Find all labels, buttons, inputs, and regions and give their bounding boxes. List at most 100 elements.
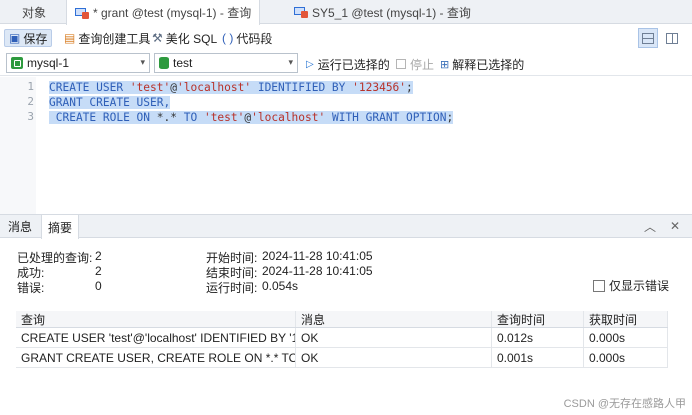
stop-label: 停止	[410, 57, 435, 72]
watermark-text: CSDN @无存在感路人甲	[563, 398, 686, 410]
code-token: '123456'	[352, 81, 407, 94]
show-errors-only-toggle[interactable]: 仅显示错误	[593, 277, 669, 294]
success-value: 2	[95, 264, 102, 278]
run-selected-button[interactable]: ▷ 运行已选择的	[306, 55, 390, 73]
query-builder-label: 查询创建工具	[78, 31, 151, 46]
line-number: 2	[27, 95, 34, 108]
runtime-label: 运行时间:	[206, 281, 258, 295]
explain-icon: ⊞	[440, 58, 450, 71]
beautify-sql-label: 美化 SQL	[165, 31, 218, 46]
collapse-panel-icon[interactable]: ︿	[643, 218, 657, 234]
line-number: 1	[27, 80, 34, 93]
cell-message: OK	[296, 328, 492, 347]
code-token: 'test'	[203, 111, 245, 124]
code-line: CREATE USER 'test'@'localhost' IDENTIFIE…	[49, 80, 413, 95]
code-token: *.*	[156, 111, 177, 124]
beautify-sql-button[interactable]: ⚒ 美化 SQL	[152, 29, 217, 47]
cell-query: GRANT CREATE USER, CREATE ROLE ON *.* TO…	[16, 348, 296, 367]
layout-vertical-button[interactable]	[662, 28, 682, 48]
cell-fetch-time: 0.000s	[584, 348, 668, 367]
code-line: GRANT CREATE USER,	[49, 95, 171, 110]
save-icon: ▣	[9, 31, 21, 45]
line-number-gutter: 1 2 3	[0, 77, 36, 214]
play-icon: ▷	[306, 58, 314, 70]
code-token: ;	[406, 81, 413, 94]
tab-summary[interactable]: 摘要	[41, 215, 80, 239]
processed-value: 2	[95, 249, 102, 263]
explain-selected-label: 解释已选择的	[452, 57, 525, 72]
query-builder-icon: ▤	[64, 31, 76, 45]
code-line: CREATE ROLE ON *.* TO 'test'@'localhost'…	[49, 110, 454, 125]
cell-query: CREATE USER 'test'@'localhost' IDENTIFIE…	[16, 328, 296, 347]
tab-objects-label: 对象	[22, 5, 47, 20]
tab-sy5-query-label: SY5_1 @test (mysql-1) - 查询	[312, 5, 471, 20]
tab-grant-query[interactable]: * grant @test (mysql-1) - 查询	[66, 0, 261, 25]
connection-select-value: mysql-1	[27, 56, 70, 70]
code-token: 'localhost'	[177, 81, 252, 94]
code-token: CREATE ROLE ON	[49, 111, 157, 124]
start-time-value: 2024-11-28 10:41:05	[262, 249, 373, 263]
selected-code: CREATE ROLE ON *.* TO 'test'@'localhost'…	[49, 111, 454, 124]
code-token: 'test'	[129, 81, 171, 94]
cell-message: OK	[296, 348, 492, 367]
chevron-down-icon: ▾	[288, 57, 293, 67]
show-errors-only-checkbox[interactable]	[593, 279, 605, 292]
snippet-icon: ( )	[222, 31, 234, 45]
query-builder-button[interactable]: ▤ 查询创建工具	[64, 29, 150, 47]
sql-editor[interactable]: 1 2 3 CREATE USER 'test'@'localhost' IDE…	[0, 77, 692, 214]
cell-fetch-time: 0.000s	[584, 328, 668, 347]
database-select[interactable]: test ▾	[154, 53, 298, 73]
database-select-value: test	[173, 56, 193, 70]
chevron-down-icon: ▾	[140, 57, 145, 67]
error-label: 错误:	[17, 281, 45, 295]
query-icon	[75, 7, 89, 19]
query-toolbar: ▣ 保存 ▤ 查询创建工具 ⚒ 美化 SQL ( ) 代码段	[0, 25, 692, 51]
table-header-row: 查询 消息 查询时间 获取时间	[16, 311, 668, 328]
column-header-query-time[interactable]: 查询时间	[492, 311, 584, 327]
code-snippet-button[interactable]: ( ) 代码段	[222, 29, 272, 47]
column-header-message[interactable]: 消息	[296, 311, 492, 327]
connection-icon	[11, 57, 23, 69]
code-token: TO	[177, 111, 204, 124]
line-number: 3	[27, 110, 34, 123]
code-token: IDENTIFIED BY	[251, 81, 353, 94]
save-button-label: 保存	[23, 31, 48, 46]
editor-tab-bar: 对象 * grant @test (mysql-1) - 查询 SY5_1 @t…	[0, 0, 692, 25]
end-time-value: 2024-11-28 10:41:05	[262, 264, 373, 278]
connection-toolbar: mysql-1 ▾ test ▾ ▷ 运行已选择的 停止 ⊞ 解释已选择的	[0, 52, 692, 76]
explain-selected-button[interactable]: ⊞ 解释已选择的	[440, 55, 524, 73]
cell-query-time: 0.001s	[492, 348, 584, 367]
tab-grant-query-label: * grant @test (mysql-1) - 查询	[93, 6, 252, 20]
tab-messages[interactable]: 消息	[2, 215, 38, 238]
stop-button[interactable]: 停止	[396, 55, 434, 73]
split-horizontal-icon	[642, 32, 654, 44]
cell-query-time: 0.012s	[492, 328, 584, 347]
tab-sy5-query[interactable]: SY5_1 @test (mysql-1) - 查询	[294, 0, 471, 24]
code-token: CREATE USER	[49, 81, 130, 94]
database-icon	[159, 57, 169, 69]
close-panel-icon[interactable]: ✕	[668, 218, 682, 234]
result-panel-tabs: 消息 摘要 ︿ ✕	[0, 215, 692, 239]
layout-horizontal-button[interactable]	[638, 28, 658, 48]
code-token: ;	[446, 111, 454, 124]
code-token: @	[170, 81, 177, 94]
code-token: GRANT CREATE USER,	[49, 96, 171, 109]
save-button[interactable]: ▣ 保存	[4, 29, 53, 47]
column-header-fetch-time[interactable]: 获取时间	[584, 311, 668, 327]
tab-objects[interactable]: 对象	[22, 0, 46, 24]
column-header-query[interactable]: 查询	[16, 311, 296, 327]
selected-code: CREATE USER 'test'@'localhost' IDENTIFIE…	[49, 81, 413, 94]
split-vertical-icon	[666, 32, 678, 44]
selected-code: GRANT CREATE USER,	[49, 96, 171, 109]
beautify-icon: ⚒	[152, 31, 163, 45]
runtime-value: 0.054s	[262, 279, 299, 293]
run-selected-label: 运行已选择的	[317, 57, 390, 72]
code-snippet-label: 代码段	[236, 31, 273, 46]
tab-summary-label: 摘要	[48, 220, 73, 235]
show-errors-only-label: 仅显示错误	[609, 279, 670, 293]
connection-select[interactable]: mysql-1 ▾	[6, 53, 150, 73]
table-row[interactable]: CREATE USER 'test'@'localhost' IDENTIFIE…	[16, 328, 668, 348]
error-value: 0	[95, 279, 102, 293]
table-row[interactable]: GRANT CREATE USER, CREATE ROLE ON *.* TO…	[16, 348, 668, 368]
query-icon	[294, 6, 308, 18]
